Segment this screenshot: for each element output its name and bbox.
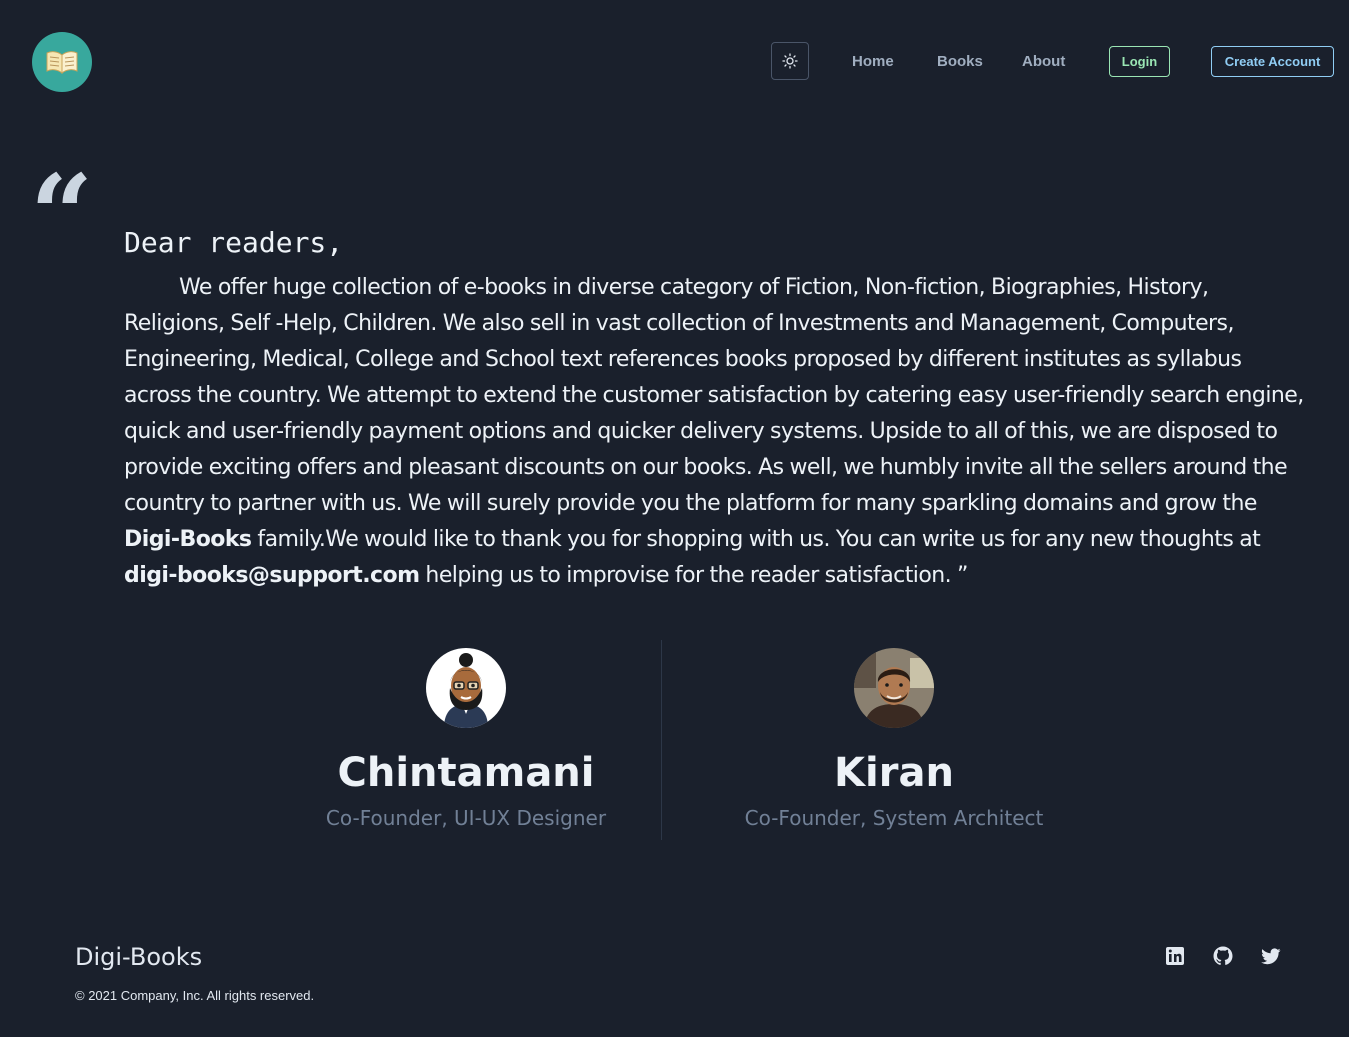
quote-mark-icon: “	[30, 150, 94, 279]
avatar	[426, 648, 506, 728]
logo[interactable]	[32, 32, 92, 92]
linkedin-icon[interactable]	[1164, 945, 1186, 967]
team-member-chintamani: Chintamani Co-Founder, UI-UX Designer	[266, 648, 666, 830]
open-book-icon	[46, 51, 78, 75]
nav-home[interactable]: Home	[852, 53, 894, 70]
letter-text-2: family.We would like to thank you for sh…	[251, 527, 1261, 552]
member-role: Co-Founder, UI-UX Designer	[325, 806, 607, 830]
footer-copyright: © 2021 Company, Inc. All rights reserved…	[75, 988, 315, 1003]
footer-brand: Digi-Books	[75, 943, 203, 971]
nav-books[interactable]: Books	[937, 53, 983, 70]
letter-body: We offer huge collection of e-books in d…	[124, 270, 1314, 594]
member-name: Chintamani	[337, 750, 595, 796]
letter-text-1: We offer huge collection of e-books in d…	[124, 275, 1304, 516]
letter-brand: Digi-Books	[124, 527, 252, 552]
create-account-button[interactable]: Create Account	[1211, 46, 1334, 77]
team-member-kiran: Kiran Co-Founder, System Architect	[694, 648, 1094, 830]
github-icon[interactable]	[1212, 945, 1234, 967]
login-button[interactable]: Login	[1109, 46, 1170, 77]
twitter-icon[interactable]	[1260, 945, 1282, 967]
theme-toggle-button[interactable]	[771, 42, 809, 80]
member-role: Co-Founder, System Architect	[744, 806, 1044, 830]
letter-email: digi-books@support.com	[124, 563, 420, 588]
member-name: Kiran	[834, 750, 954, 796]
letter-greeting: Dear readers,	[124, 226, 344, 259]
avatar	[854, 648, 934, 728]
sun-icon	[782, 53, 798, 69]
letter-text-3: helping us to improvise for the reader s…	[419, 563, 968, 588]
nav-about[interactable]: About	[1022, 53, 1065, 70]
